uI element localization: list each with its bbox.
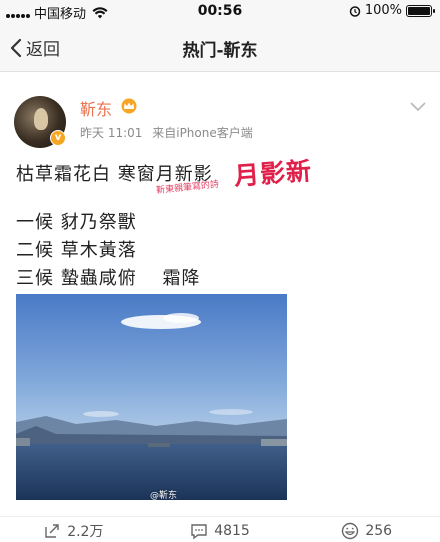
status-bar: 中国移动 00:56 100% [0,0,440,22]
battery-percent: 100% [364,3,402,18]
post-text-line: 三候 蟄蟲咸俯 霜降 [16,268,201,289]
status-right: 100% [349,3,435,18]
repost-button[interactable]: 2.2万 [0,519,147,542]
handwriting-annotation: 月影新 [233,156,314,191]
post-meta: 昨天 11:01 来自iPhone客户端 [80,124,253,141]
post-text-line: 一候 豺乃祭獸 [16,212,137,233]
repost-icon [45,523,59,538]
photo-watermark: @靳东 [150,491,178,500]
verified-badge: v [50,130,66,146]
comment-icon [191,523,207,539]
like-count: 256 [365,522,393,539]
post-source: 来自iPhone客户端 [152,126,253,140]
alarm-icon [349,5,361,17]
post-photo[interactable]: @靳东 [16,294,287,500]
weibo-post: v 靳东 昨天 11:01 来自iPhone客户端 枯草霜花白 寒窗月新影 月影… [0,72,440,542]
repost-count: 2.2万 [67,523,104,540]
page-title: 热门-靳东 [182,41,258,61]
comment-count: 4815 [214,522,250,539]
chevron-down-icon[interactable] [410,102,426,112]
navbar: 返回 热门-靳东 [0,22,440,72]
crown-icon[interactable] [120,98,138,114]
action-bar: 2.2万 4815 256 [0,516,440,542]
post-time: 昨天 11:01 [80,126,143,140]
battery-icon [406,4,435,17]
comment-button[interactable]: 4815 [147,519,294,542]
laugh-face-icon [342,522,359,539]
like-button[interactable]: 256 [293,519,440,542]
post-text-line: 二候 草木黃落 [16,240,137,261]
lake-landscape-image [16,294,287,500]
username[interactable]: 靳东 [80,96,112,120]
